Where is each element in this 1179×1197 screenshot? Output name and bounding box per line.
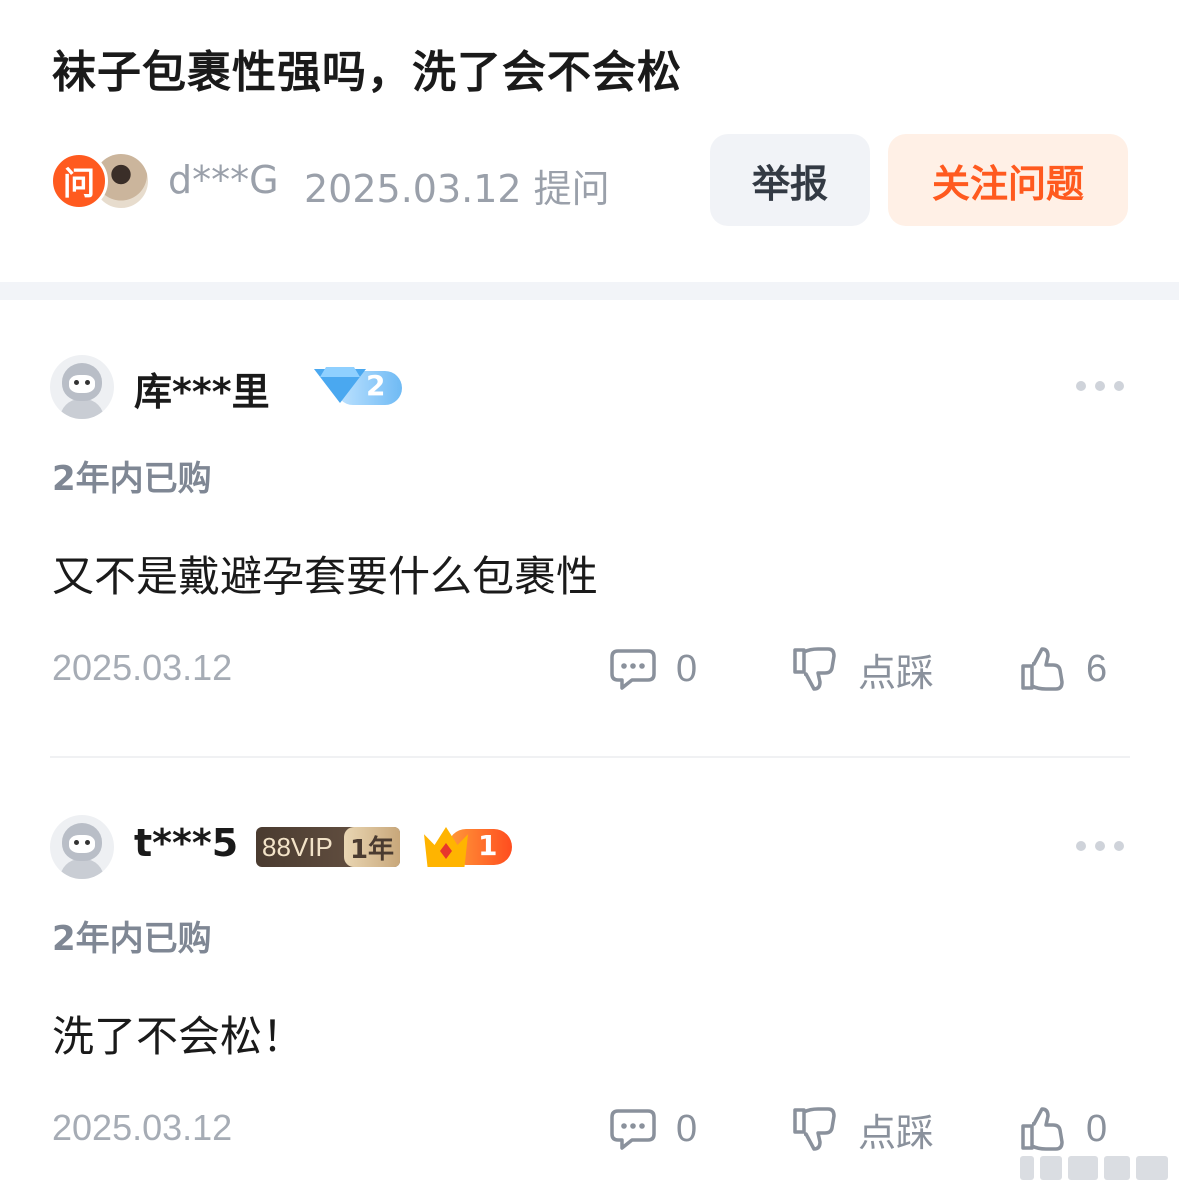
avatar[interactable] (50, 815, 114, 879)
crown-level-icon: 1 (424, 827, 514, 867)
answer-date: 2025.03.12 (52, 647, 233, 688)
dislike-label: 点踩 (858, 1110, 935, 1155)
diamond-level: 2 (366, 369, 386, 402)
like-count: 0 (1086, 1107, 1108, 1150)
comment-button[interactable]: 0 (610, 645, 697, 693)
crown-level: 1 (478, 829, 498, 862)
comment-count: 0 (676, 1107, 698, 1150)
answer-text: 又不是戴避孕套要什么包裹性 (52, 552, 599, 601)
like-count: 6 (1086, 647, 1108, 690)
thumbs-down-icon (793, 647, 836, 691)
watermark-logo (1020, 1150, 1170, 1184)
answer-user-name[interactable]: 库***里 (134, 361, 270, 416)
vip-label: 88VIP (262, 831, 333, 862)
vip-year: 1年 (344, 827, 400, 867)
follow-question-button[interactable]: 关注问题 (888, 134, 1128, 226)
dislike-button[interactable]: 点踩 (792, 1105, 934, 1155)
diamond-level-icon: 2 (314, 367, 402, 407)
answer-footer: 2025.03.12 0 点踩 0 (50, 1101, 1130, 1155)
asker-name[interactable]: d***G (168, 158, 279, 202)
dislike-button[interactable]: 点踩 (792, 645, 934, 695)
comment-button[interactable]: 0 (610, 1105, 697, 1153)
comment-icon (610, 1109, 656, 1150)
thumbs-up-icon (1021, 647, 1064, 691)
question-title: 袜子包裹性强吗，洗了会不会松 (52, 47, 682, 98)
comment-count: 0 (676, 647, 698, 690)
asker-row: 问 d***G 2025.03.12 提问 举报 关注问题 (50, 134, 1130, 226)
answer-user-name[interactable]: t***5 (134, 821, 238, 865)
dislike-label: 点踩 (858, 650, 935, 695)
more-icon[interactable] (1076, 381, 1124, 393)
ask-badge: 问 (50, 152, 108, 210)
purchase-tag: 2年内已购 (52, 459, 212, 499)
report-button[interactable]: 举报 (710, 134, 870, 226)
88vip-badge: 88VIP 1年 (256, 827, 400, 867)
asked-date: 2025.03.12 提问 (304, 167, 610, 211)
like-button[interactable]: 6 (1020, 645, 1107, 693)
thumbs-up-icon (1021, 1107, 1064, 1151)
more-icon[interactable] (1076, 841, 1124, 853)
answer-date: 2025.03.12 (52, 1107, 233, 1148)
thumbs-down-icon (793, 1107, 836, 1151)
comment-icon (610, 649, 656, 690)
like-button[interactable]: 0 (1020, 1105, 1107, 1153)
answer-text: 洗了不会松！ (52, 1012, 305, 1061)
avatar[interactable] (50, 355, 114, 419)
answer-footer: 2025.03.12 0 点踩 6 (50, 641, 1130, 695)
purchase-tag: 2年内已购 (52, 919, 212, 959)
section-divider (0, 282, 1179, 300)
answer-divider (50, 756, 1130, 758)
